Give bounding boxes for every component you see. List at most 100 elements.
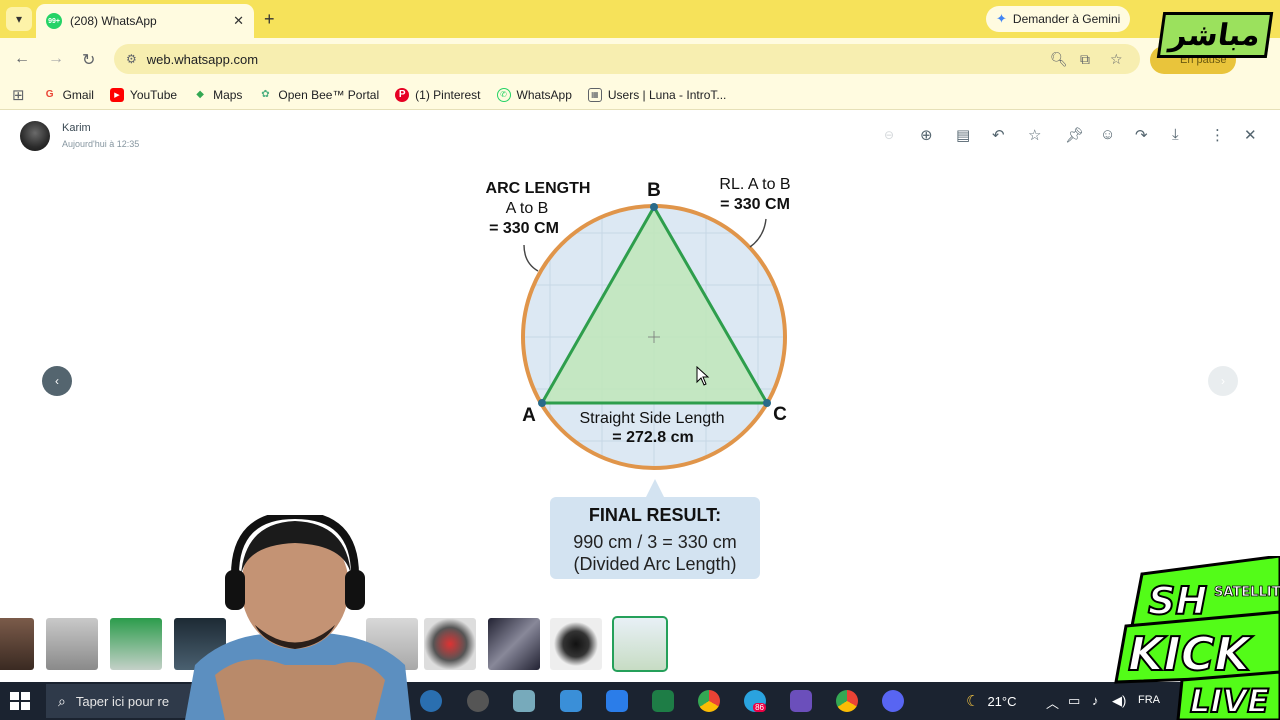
reply-icon[interactable]: ↶ xyxy=(992,126,1005,144)
rl-leader-line xyxy=(749,218,767,248)
zoom-icon[interactable]: 🔍︎ xyxy=(1050,51,1068,68)
reload-icon[interactable]: ↻ xyxy=(82,50,95,70)
star-icon[interactable]: ☆ xyxy=(1028,126,1041,144)
media-thumbnail[interactable] xyxy=(488,618,540,670)
bookmark-luna[interactable]: ▦ Users | Luna - IntroT... xyxy=(587,87,727,102)
weather-widget[interactable]: ☾ 21°C xyxy=(966,692,1017,710)
taskbar-app-icon[interactable] xyxy=(467,690,489,712)
file-explorer-icon[interactable] xyxy=(560,690,582,712)
previous-media-button[interactable]: ‹ xyxy=(42,366,72,396)
label-vertex-c: C xyxy=(773,404,787,425)
bookmarks-bar: ⊞ G Gmail ▶ YouTube ◆ Maps ✿ Open Bee™ Porta… xyxy=(0,80,1280,110)
url-text: web.whatsapp.com xyxy=(146,51,259,67)
arc-length-value: = 330 CM xyxy=(489,220,559,237)
bookmark-whatsapp[interactable]: ✆ WhatsApp xyxy=(496,87,572,102)
vertex-b-dot xyxy=(650,203,658,211)
calculator-icon[interactable] xyxy=(606,690,628,712)
mouse-cursor-icon xyxy=(696,366,710,386)
react-emoji-icon[interactable]: ☺ xyxy=(1100,126,1115,143)
chrome-icon[interactable] xyxy=(836,690,858,712)
bookmark-star-icon[interactable]: ☆ xyxy=(1110,51,1123,68)
maps-icon: ◆ xyxy=(196,89,204,100)
bookmark-label: YouTube xyxy=(129,87,178,102)
bookmark-gmail[interactable]: G Gmail xyxy=(43,88,94,102)
tab-title: (208) WhatsApp xyxy=(70,14,157,28)
close-tab-icon[interactable]: ✕ xyxy=(233,13,244,29)
vertex-a-dot xyxy=(538,399,546,407)
pin-icon[interactable]: 📌︎ xyxy=(1065,126,1084,144)
temperature: 21°C xyxy=(987,693,1017,709)
back-icon[interactable]: ← xyxy=(14,50,30,68)
excel-icon[interactable] xyxy=(652,690,674,712)
bookmark-label: WhatsApp xyxy=(516,87,572,102)
gmail-icon: G xyxy=(45,89,54,100)
apps-grid-icon[interactable]: ⊞ xyxy=(12,86,25,104)
forward-icon[interactable]: ↷ xyxy=(1135,126,1148,144)
windows-start-icon[interactable] xyxy=(10,692,30,710)
zoom-in-icon[interactable]: ⊕ xyxy=(920,126,933,144)
chrome-icon[interactable] xyxy=(698,690,720,712)
final-result-equation: 990 cm / 3 = 330 cm xyxy=(573,532,737,552)
pinterest-icon: P xyxy=(395,87,410,102)
tab-whatsapp[interactable]: 99+ (208) WhatsApp ✕ xyxy=(36,4,254,38)
kick-logo-satellite: SATELLITE xyxy=(1214,585,1280,600)
bookmark-label: Open Bee™ Portal xyxy=(278,87,380,102)
mubasher-logo-text: مباشر xyxy=(1167,17,1263,53)
side-length-title: Straight Side Length xyxy=(580,410,725,427)
taskbar-app-icon[interactable] xyxy=(513,690,535,712)
whatsapp-favicon-icon: 99+ xyxy=(46,13,62,29)
taskbar-app-icon[interactable] xyxy=(420,690,442,712)
forward-icon[interactable]: → xyxy=(48,50,64,68)
sender-avatar[interactable] xyxy=(20,121,50,151)
final-result-title: FINAL RESULT: xyxy=(589,505,721,525)
streamer-webcam xyxy=(185,515,411,720)
media-thumbnail[interactable] xyxy=(424,618,476,670)
new-tab-button[interactable]: + xyxy=(264,9,275,30)
discord-icon[interactable] xyxy=(882,690,904,712)
microphone-icon[interactable]: ♪ xyxy=(1092,693,1099,708)
ask-gemini-button[interactable]: ✦ Demander à Gemini xyxy=(986,6,1131,32)
download-icon[interactable]: ⤓ xyxy=(1172,126,1179,143)
bookmark-openbee[interactable]: ✿ Open Bee™ Portal xyxy=(258,88,379,102)
mubasher-live-logo: مباشر xyxy=(1156,12,1274,58)
install-app-icon[interactable]: ⧉ xyxy=(1080,51,1090,68)
moon-icon: ☾ xyxy=(966,693,980,710)
media-thumbnail[interactable] xyxy=(46,618,98,670)
media-thumbnail[interactable] xyxy=(550,618,602,670)
chevron-down-icon: ▾ xyxy=(15,12,23,26)
media-thumbnail-strip xyxy=(0,612,1110,680)
tab-search-button[interactable]: ▾ xyxy=(6,7,32,31)
kick-logo-word: KICK xyxy=(1128,627,1254,681)
media-thumbnail[interactable] xyxy=(110,618,162,670)
sender-name: Karim xyxy=(62,122,91,134)
sent-time: Aujourd'hui à 12:35 xyxy=(62,139,140,149)
address-bar[interactable]: ⚙ web.whatsapp.com xyxy=(114,44,1140,74)
bookmark-label: Users | Luna - IntroT... xyxy=(607,87,727,102)
bookmark-maps[interactable]: ◆ Maps xyxy=(193,88,242,102)
more-options-icon[interactable]: ⋮ xyxy=(1210,126,1225,144)
next-media-button[interactable]: › xyxy=(1208,366,1238,396)
close-viewer-icon[interactable]: ✕ xyxy=(1244,126,1257,144)
rl-value: = 330 CM xyxy=(720,196,790,213)
ask-gemini-label: Demander à Gemini xyxy=(1012,12,1121,26)
telegram-icon[interactable]: 86 xyxy=(744,690,766,712)
network-icon[interactable]: ▭ xyxy=(1068,693,1080,709)
media-thumbnail-selected[interactable] xyxy=(612,616,668,672)
label-vertex-b: B xyxy=(647,180,661,201)
bookmark-label: Maps xyxy=(213,87,243,102)
show-hidden-icons-icon[interactable]: ︿ xyxy=(1046,693,1059,712)
whatsapp-icon: ✆ xyxy=(496,87,511,102)
side-length-value: = 272.8 cm xyxy=(612,429,693,446)
gemini-spark-icon: ✦ xyxy=(996,11,1007,26)
taskbar-app-icon[interactable] xyxy=(790,690,812,712)
bookmark-youtube[interactable]: ▶ YouTube xyxy=(109,87,178,102)
table-icon: ▦ xyxy=(587,87,602,102)
go-to-message-icon[interactable]: ▤ xyxy=(956,126,970,144)
vertex-c-dot xyxy=(763,399,771,407)
bookmark-label: Gmail xyxy=(62,87,94,102)
media-thumbnail[interactable] xyxy=(0,618,34,670)
site-info-icon[interactable]: ⚙ xyxy=(126,52,137,66)
search-icon: ⌕ xyxy=(58,692,66,709)
zoom-out-icon[interactable]: ⊖ xyxy=(884,128,894,142)
bookmark-pinterest[interactable]: P (1) Pinterest xyxy=(395,87,481,102)
